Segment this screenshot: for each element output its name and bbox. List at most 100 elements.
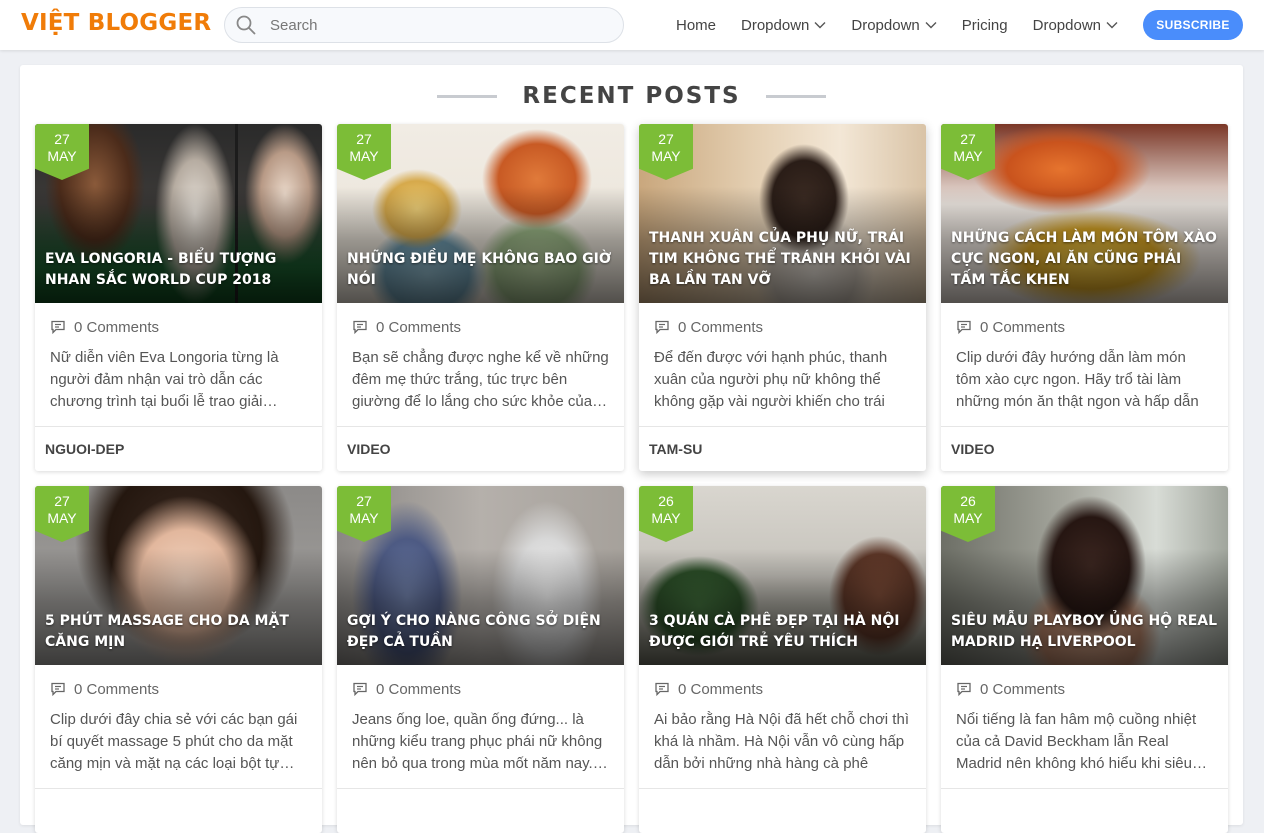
divider [437,94,498,98]
nav-label: Dropdown [851,16,920,34]
post-thumbnail[interactable]: 27 MAY EVA LONGORIA - BIỂU TƯỢNG NHAN SẮC… [35,124,322,303]
comment-count[interactable]: 0 Comments [376,319,461,336]
post-title[interactable]: THANH XUÂN CỦA PHỤ NỮ, TRÁI TIM KHÔNG TH… [649,228,916,291]
date-badge: 27 MAY [35,486,89,542]
post-meta: 0 Comments [50,318,322,336]
nav-label: Pricing [961,16,1008,34]
comment-count[interactable]: 0 Comments [74,319,159,336]
post-excerpt: Nổi tiếng là fan hâm mộ cuồng nhiệt của … [956,711,1207,772]
comment-icon [50,681,66,697]
post-card[interactable]: 27 MAY NHỮNG ĐIỀU MẸ KHÔNG BAO GIỜ NÓI 0 … [337,124,624,471]
date-day: 27 [356,493,372,509]
date-badge: 27 MAY [337,124,391,180]
post-excerpt: Ai bảo rằng Hà Nội đã hết chỗ chơi thì k… [654,711,909,772]
date-month: MAY [47,510,77,526]
post-title[interactable]: 3 QUÁN CÀ PHÊ ĐẸP TẠI HÀ NỘI ĐƯỢC GIỚI T… [649,611,916,653]
search-box[interactable] [224,7,624,43]
post-category[interactable] [337,788,624,833]
post-excerpt: Jeans ống loe, quần ống đứng... là những… [352,711,608,772]
post-title[interactable]: EVA LONGORIA - BIỂU TƯỢNG NHAN SẮC WORLD… [45,249,312,291]
post-category[interactable] [941,788,1228,833]
date-day: 27 [658,131,674,147]
post-category[interactable]: TAM-SU [639,426,926,471]
post-card[interactable]: 26 MAY SIÊU MẪU PLAYBOY ỦNG HỘ REAL MADRI… [941,486,1228,833]
post-thumbnail[interactable]: 27 MAY GỢI Ý CHO NÀNG CÔNG SỞ DIỆN ĐẸP CẢ… [337,486,624,665]
date-day: 26 [658,493,674,509]
post-title[interactable]: NHỮNG ĐIỀU MẸ KHÔNG BAO GIỜ NÓI [347,249,614,291]
post-excerpt: Nữ diễn viên Eva Longoria từng là người … [50,349,279,410]
comment-count[interactable]: 0 Comments [678,681,763,698]
nav-pricing[interactable]: Pricing [962,17,1008,34]
date-badge: 26 MAY [941,486,995,542]
date-badge: 26 MAY [639,486,693,542]
post-thumbnail[interactable]: 27 MAY 5 PHÚT MASSAGE CHO DA MẶT CĂNG MỊN [35,486,322,665]
post-thumbnail[interactable]: 27 MAY THANH XUÂN CỦA PHỤ NỮ, TRÁI TIM KH… [639,124,926,303]
post-thumbnail[interactable]: 26 MAY SIÊU MẪU PLAYBOY ỦNG HỘ REAL MADRI… [941,486,1228,665]
comment-count[interactable]: 0 Comments [980,319,1065,336]
post-thumbnail[interactable]: 26 MAY 3 QUÁN CÀ PHÊ ĐẸP TẠI HÀ NỘI ĐƯỢC … [639,486,926,665]
chevron-down-icon [925,21,937,29]
post-thumbnail[interactable]: 27 MAY NHỮNG ĐIỀU MẸ KHÔNG BAO GIỜ NÓI [337,124,624,303]
date-month: MAY [651,148,681,164]
nav-dropdown-3[interactable]: Dropdown [1033,17,1118,34]
comment-icon [654,681,670,697]
comment-icon [50,319,66,335]
post-thumbnail[interactable]: 27 MAY NHỮNG CÁCH LÀM MÓN TÔM XÀO CỰC NGO… [941,124,1228,303]
comment-icon [352,681,368,697]
comment-icon [956,681,972,697]
comment-count[interactable]: 0 Comments [74,681,159,698]
post-card[interactable]: 26 MAY 3 QUÁN CÀ PHÊ ĐẸP TẠI HÀ NỘI ĐƯỢC … [639,486,926,833]
nav-home[interactable]: Home [676,17,716,34]
chevron-down-icon [814,21,826,29]
nav-label: Home [676,16,717,34]
date-month: MAY [349,148,379,164]
date-month: MAY [47,148,77,164]
date-day: 27 [960,131,976,147]
post-excerpt: Clip dưới đây chia sẻ với các bạn gái bí… [50,711,298,772]
post-meta: 0 Comments [956,318,1228,336]
divider [765,94,826,98]
search-input[interactable] [270,16,600,34]
post-meta: 0 Comments [50,680,322,698]
post-title[interactable]: 5 PHÚT MASSAGE CHO DA MẶT CĂNG MỊN [45,611,312,653]
post-meta: 0 Comments [956,680,1228,698]
post-card[interactable]: 27 MAY THANH XUÂN CỦA PHỤ NỮ, TRÁI TIM KH… [639,124,926,471]
post-category[interactable]: VIDEO [941,426,1228,471]
date-month: MAY [953,510,983,526]
nav-dropdown-1[interactable]: Dropdown [741,17,826,34]
post-card[interactable]: 27 MAY GỢI Ý CHO NÀNG CÔNG SỞ DIỆN ĐẸP CẢ… [337,486,624,833]
post-meta: 0 Comments [654,318,926,336]
date-day: 27 [356,131,372,147]
date-day: 26 [960,493,976,509]
comment-icon [956,319,972,335]
post-title[interactable]: NHỮNG CÁCH LÀM MÓN TÔM XÀO CỰC NGON, AI … [951,228,1218,291]
search-icon[interactable] [235,14,257,36]
post-meta: 0 Comments [352,680,624,698]
comment-count[interactable]: 0 Comments [376,681,461,698]
date-month: MAY [651,510,681,526]
post-card[interactable]: 27 MAY EVA LONGORIA - BIỂU TƯỢNG NHAN SẮC… [35,124,322,471]
post-category[interactable]: NGUOI-DEP [35,426,322,471]
chevron-down-icon [1106,21,1118,29]
post-meta: 0 Comments [352,318,624,336]
comment-icon [352,319,368,335]
post-meta: 0 Comments [654,680,926,698]
comment-count[interactable]: 0 Comments [678,319,763,336]
post-category[interactable] [35,788,322,833]
post-card[interactable]: 27 MAY NHỮNG CÁCH LÀM MÓN TÔM XÀO CỰC NGO… [941,124,1228,471]
comment-count[interactable]: 0 Comments [980,681,1065,698]
post-category[interactable]: VIDEO [337,426,624,471]
post-title[interactable]: GỢI Ý CHO NÀNG CÔNG SỞ DIỆN ĐẸP CẢ TUẦN [347,611,614,653]
post-category[interactable] [639,788,926,833]
date-month: MAY [349,510,379,526]
top-navbar: VIỆT BLOGGER Home Dropdown Dropdown Pric… [0,0,1264,50]
post-card[interactable]: 27 MAY 5 PHÚT MASSAGE CHO DA MẶT CĂNG MỊN… [35,486,322,833]
date-badge: 27 MAY [639,124,693,180]
date-badge: 27 MAY [941,124,995,180]
post-title[interactable]: SIÊU MẪU PLAYBOY ỦNG HỘ REAL MADRID HẠ L… [951,611,1218,653]
post-excerpt: Bạn sẽ chẳng được nghe kể về những đêm m… [352,349,609,410]
date-month: MAY [953,148,983,164]
site-logo[interactable]: VIỆT BLOGGER [21,10,211,36]
nav-dropdown-2[interactable]: Dropdown [851,16,937,34]
subscribe-button[interactable]: SUBSCRIBE [1143,10,1243,40]
